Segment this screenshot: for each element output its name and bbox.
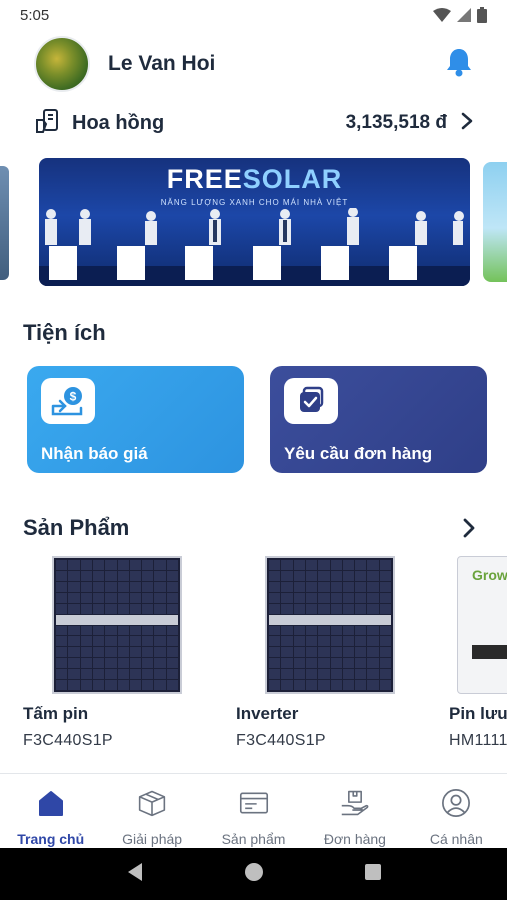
tab-solutions[interactable]: Giải pháp	[101, 774, 202, 848]
quote-dollar-icon: $	[41, 378, 95, 424]
hand-box-icon	[340, 788, 370, 818]
banner-peek-next[interactable]	[483, 162, 507, 282]
banner-title: FREESOLAR	[39, 164, 470, 195]
growatt-brand-label: Grow	[472, 567, 507, 583]
tab-home-label: Trang chủ	[17, 831, 85, 847]
user-icon	[441, 788, 471, 818]
commission-row[interactable]: Hoa hồng 3,135,518 đ	[0, 104, 507, 142]
tab-products[interactable]: Sản phẩm	[203, 774, 304, 848]
product-name: Pin lưu	[449, 704, 507, 723]
product-name: Inverter	[236, 704, 299, 723]
notification-bell-icon[interactable]	[445, 47, 473, 82]
svg-text:$: $	[70, 390, 77, 404]
get-quote-card[interactable]: $ Nhận báo giá	[27, 366, 244, 473]
user-name: Le Van Hoi	[108, 52, 216, 75]
home-circle-icon[interactable]	[244, 862, 264, 887]
back-icon[interactable]	[126, 862, 144, 887]
signal-icon	[457, 8, 471, 22]
inverter-panel-image	[265, 556, 395, 694]
commission-icon	[34, 108, 60, 139]
battery-icon	[477, 7, 487, 23]
products-see-all-chevron-icon[interactable]	[462, 517, 476, 544]
box-icon	[137, 788, 167, 818]
tab-products-label: Sản phẩm	[221, 831, 286, 847]
banner-carousel[interactable]: FREESOLAR NĂNG LƯỢNG XANH CHO MÁI NHÀ VI…	[0, 158, 507, 286]
banner-photo	[39, 208, 470, 286]
battery-storage-image: Grow	[457, 556, 507, 694]
product-name: Tấm pin	[23, 704, 89, 723]
commission-value: 3,135,518 đ	[345, 112, 447, 133]
status-time: 5:05	[20, 6, 50, 24]
status-bar: 5:05	[0, 0, 507, 30]
card-icon	[239, 788, 269, 818]
tab-orders-label: Đơn hàng	[323, 831, 386, 847]
banner-peek-previous[interactable]	[0, 166, 9, 280]
tab-profile[interactable]: Cá nhân	[406, 774, 507, 848]
commission-label: Hoa hồng	[72, 111, 165, 134]
recents-icon[interactable]	[364, 863, 382, 886]
system-navigation-bar	[0, 848, 507, 900]
bottom-tab-bar: Trang chủ Giải pháp Sản phẩm Đơn hàng Cá…	[0, 773, 507, 848]
product-code: F3C440S1P	[23, 732, 113, 749]
order-request-card[interactable]: Yêu cầu đơn hàng	[270, 366, 487, 473]
product-card-panel[interactable]: Tấm pin F3C440S1P	[23, 556, 182, 749]
profile-header: Le Van Hoi	[0, 36, 507, 92]
product-card-battery[interactable]: Grow Pin lưu HM1111	[449, 556, 507, 749]
product-code: F3C440S1P	[236, 732, 326, 749]
order-request-icon	[284, 378, 338, 424]
banner-title-free: FREE	[166, 164, 243, 194]
get-quote-label: Nhận báo giá	[41, 444, 148, 463]
tab-profile-label: Cá nhân	[429, 831, 483, 847]
products-title: Sản Phẩm	[23, 515, 130, 540]
product-card-inverter[interactable]: Inverter F3C440S1P	[236, 556, 395, 749]
utilities-title: Tiện ích	[23, 320, 106, 345]
tab-home[interactable]: Trang chủ	[0, 774, 101, 848]
home-icon	[36, 788, 66, 818]
avatar[interactable]	[34, 36, 90, 92]
tab-solutions-label: Giải pháp	[122, 831, 183, 847]
solar-panel-image	[52, 556, 182, 694]
tab-orders[interactable]: Đơn hàng	[304, 774, 405, 848]
banner-subtitle: NĂNG LƯỢNG XANH CHO MÁI NHÀ VIỆT	[160, 198, 349, 207]
order-request-label: Yêu cầu đơn hàng	[284, 444, 433, 463]
banner-title-solar: SOLAR	[242, 164, 343, 194]
banner-freesolar[interactable]: FREESOLAR NĂNG LƯỢNG XANH CHO MÁI NHÀ VI…	[39, 158, 470, 286]
chevron-right-icon[interactable]	[461, 112, 473, 135]
wifi-icon	[433, 8, 451, 22]
product-code: HM1111	[449, 732, 507, 749]
status-icons	[433, 7, 487, 23]
